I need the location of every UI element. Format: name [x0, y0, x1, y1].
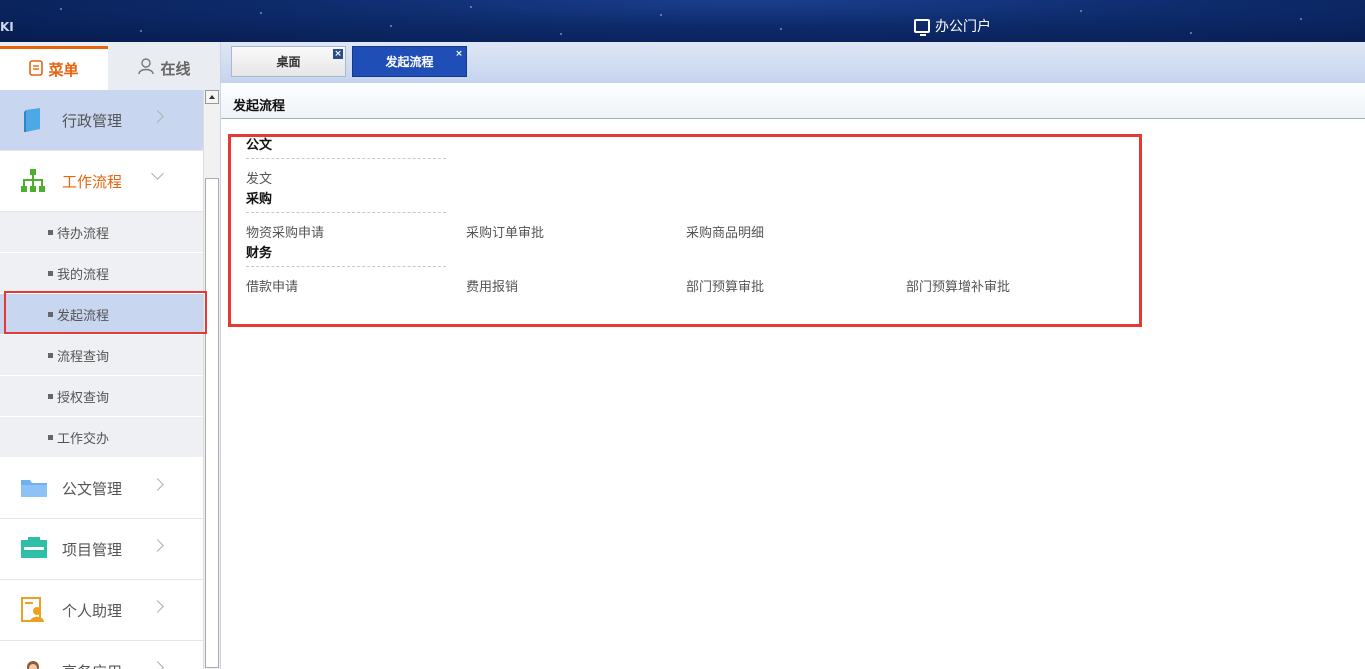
user-outline-icon — [137, 57, 155, 79]
tab-menu-label: 菜单 — [48, 61, 79, 79]
org-chart-icon — [20, 168, 46, 194]
tab-desktop-label: 桌面 — [276, 55, 301, 69]
submenu-label: 流程查询 — [57, 349, 110, 365]
chevron-down-icon — [151, 167, 164, 180]
tab-start-flow[interactable]: 发起流程 × — [352, 46, 467, 77]
office-portal-label: 办公门户 — [935, 19, 991, 35]
sidebar-item-workflow[interactable]: 工作流程 — [0, 151, 203, 212]
category-title-finance: 财务 — [246, 245, 446, 267]
brand-logo-text: KI — [0, 20, 14, 34]
tab-desktop[interactable]: 桌面 × — [231, 46, 346, 77]
close-icon[interactable]: × — [333, 49, 343, 59]
tab-online[interactable]: 在线 — [108, 46, 220, 90]
chevron-right-icon — [151, 110, 164, 123]
tab-online-label: 在线 — [160, 59, 191, 78]
folder-icon — [20, 475, 47, 501]
category-title-procurement: 采购 — [246, 191, 446, 213]
submenu-item-flow-query[interactable]: 流程查询 — [0, 335, 203, 376]
submenu-item-todo[interactable]: 待办流程 — [0, 212, 203, 253]
top-header-bar: KI 办公门户 — [0, 0, 1365, 42]
flow-link-purchase-order[interactable]: 采购订单审批 — [466, 222, 544, 241]
window-tab-bar: 桌面 × 发起流程 × — [221, 42, 1365, 83]
main-content: 公文 发文 采购 物资采购申请 采购订单审批 采购商品明细 财务 借款申请 费用… — [221, 119, 1365, 669]
bullet-square-icon — [48, 311, 53, 317]
flow-link-product-detail[interactable]: 采购商品明细 — [686, 222, 764, 241]
submenu-label: 我的流程 — [57, 267, 110, 283]
scroll-up-arrow-icon[interactable] — [205, 90, 219, 104]
submenu-item-my-flows[interactable]: 我的流程 — [0, 253, 203, 294]
office-portal-link[interactable]: 办公门户 — [914, 16, 991, 36]
flow-link-material-purchase[interactable]: 物资采购申请 — [246, 222, 324, 241]
sidebar-item-label: 高务应用 — [62, 661, 122, 669]
flow-link-expense-claim[interactable]: 费用报销 — [466, 276, 518, 295]
chevron-right-icon — [151, 539, 164, 552]
flow-link-dispatch[interactable]: 发文 — [246, 168, 272, 187]
page-header: 发起流程 — [221, 83, 1365, 119]
bullet-square-icon — [48, 270, 53, 276]
sidebar-item-documents[interactable]: 公文管理 — [0, 458, 203, 519]
bullet-square-icon — [48, 352, 53, 358]
flow-link-budget-increase[interactable]: 部门预算增补审批 — [906, 276, 1010, 295]
close-icon[interactable]: × — [454, 49, 464, 59]
tab-start-flow-label: 发起流程 — [385, 55, 434, 69]
tab-menu[interactable]: 菜单 — [0, 46, 108, 90]
submenu-label: 授权查询 — [57, 390, 110, 406]
sidebar-tabs: 菜单 在线 — [0, 42, 220, 90]
sidebar-menu: 行政管理 工作流程 待办流程 我的流程 发起流程 流程查询 授权查询 工作交办 … — [0, 90, 203, 669]
sidebar-scrollbar[interactable] — [203, 90, 220, 669]
book-icon — [20, 107, 46, 133]
sidebar-item-label: 个人助理 — [62, 601, 123, 620]
bullet-square-icon — [48, 434, 53, 440]
submenu-item-start-flow[interactable]: 发起流程 — [0, 294, 203, 335]
bullet-square-icon — [48, 393, 53, 399]
flow-link-budget-approval[interactable]: 部门预算审批 — [686, 276, 764, 295]
chevron-right-icon — [151, 661, 164, 669]
submenu-item-assign-work[interactable]: 工作交办 — [0, 417, 203, 458]
chevron-right-icon — [151, 600, 164, 613]
submenu-item-auth-query[interactable]: 授权查询 — [0, 376, 203, 417]
flow-link-loan-request[interactable]: 借款申请 — [246, 276, 298, 295]
submenu-label: 发起流程 — [57, 308, 110, 324]
sidebar-item-projects[interactable]: 项目管理 — [0, 519, 203, 580]
monitor-icon — [914, 19, 930, 36]
chevron-right-icon — [151, 478, 164, 491]
scroll-thumb[interactable] — [205, 178, 219, 668]
sidebar-item-label: 项目管理 — [62, 540, 123, 559]
sidebar-item-admin[interactable]: 行政管理 — [0, 90, 203, 151]
person-card-icon — [20, 597, 46, 623]
sidebar-item-applications[interactable]: 高务应用 — [0, 641, 203, 669]
highlight-box-flow-list — [228, 134, 1142, 327]
submenu-label: 待办流程 — [57, 226, 110, 242]
cabinet-icon — [20, 536, 47, 562]
left-sidebar: 菜单 在线 行政管理 工作流程 待办流程 我的流程 发起流程 流程查询 授权查询… — [0, 42, 221, 669]
sidebar-item-label: 行政管理 — [62, 111, 123, 130]
menu-doc-icon — [29, 59, 44, 80]
sidebar-item-label: 公文管理 — [62, 479, 123, 498]
sidebar-item-label: 工作流程 — [62, 172, 123, 191]
page-title: 发起流程 — [233, 99, 286, 114]
bullet-square-icon — [48, 229, 53, 235]
user-avatar-icon — [20, 658, 46, 669]
category-title-official-docs: 公文 — [246, 137, 446, 159]
submenu-label: 工作交办 — [57, 431, 110, 447]
sidebar-item-assistant[interactable]: 个人助理 — [0, 580, 203, 641]
